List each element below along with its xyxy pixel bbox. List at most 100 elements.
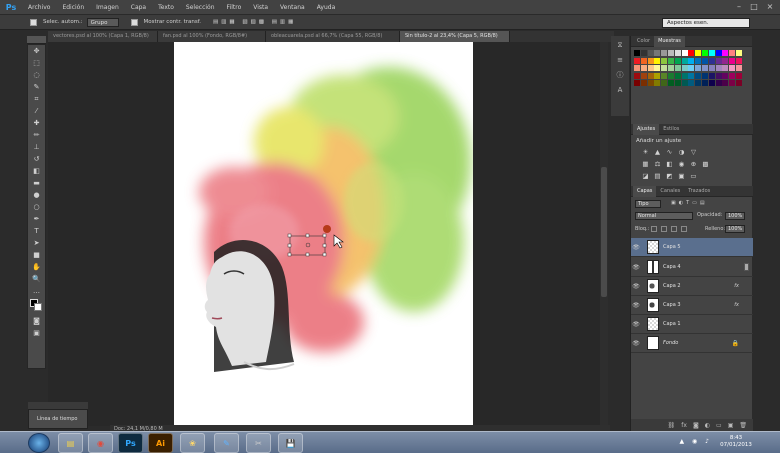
swatch-cell[interactable]: [715, 57, 722, 64]
add-mask-icon[interactable]: ◙: [693, 422, 699, 429]
auto-select-dropdown[interactable]: Grupo: [86, 17, 119, 27]
menu-texto[interactable]: Texto: [152, 4, 180, 11]
visibility-eye-icon[interactable]: 👁: [631, 302, 641, 309]
swatch-cell[interactable]: [708, 80, 715, 86]
tab-color[interactable]: Color: [633, 36, 654, 47]
swatch-cell[interactable]: [729, 72, 736, 79]
swatch-cell[interactable]: [715, 80, 722, 86]
taskbar-clock[interactable]: 8:43 07/01/2013: [716, 435, 756, 449]
layer-row-capa-2[interactable]: 👁 Capa 2 fx: [631, 277, 753, 296]
shape-tool-icon[interactable]: ■: [29, 250, 44, 260]
swatch-cell[interactable]: [722, 57, 729, 64]
swatch-cell[interactable]: [647, 50, 654, 56]
blur-tool-icon[interactable]: ●: [29, 190, 44, 200]
swatch-cell[interactable]: [729, 80, 736, 86]
swatch-cell[interactable]: [640, 57, 647, 64]
invert-adjust-icon[interactable]: ◪: [641, 172, 650, 180]
swatch-cell[interactable]: [634, 57, 640, 64]
app-taskbar-icon[interactable]: ✂: [246, 433, 271, 453]
swatch-cell[interactable]: [702, 72, 708, 79]
swatch-cell[interactable]: [702, 65, 708, 71]
swatch-cell[interactable]: [668, 72, 674, 79]
explorer-taskbar-icon[interactable]: ▤: [58, 433, 83, 453]
swatch-cell[interactable]: [674, 72, 681, 79]
brightness-adjust-icon[interactable]: ☀: [641, 148, 650, 156]
exposure-adjust-icon[interactable]: ◑: [677, 148, 686, 156]
vibrance-adjust-icon[interactable]: ▽: [689, 148, 698, 156]
swatch-cell[interactable]: [654, 57, 661, 64]
swatch-cell[interactable]: [702, 50, 708, 56]
dodge-tool-icon[interactable]: ○: [29, 202, 44, 212]
menu-seleccion[interactable]: Selección: [180, 4, 221, 11]
tab-styles[interactable]: Estilos: [659, 124, 683, 135]
swatch-cell[interactable]: [668, 50, 674, 56]
swatch-cell[interactable]: [729, 57, 736, 64]
swatch-cell[interactable]: [661, 57, 668, 64]
start-button[interactable]: [28, 433, 50, 453]
quick-mask-icon[interactable]: ◙: [29, 316, 44, 326]
swatch-cell[interactable]: [688, 50, 695, 56]
swatch-cell[interactable]: [681, 80, 688, 86]
swatch-cell[interactable]: [674, 57, 681, 64]
menu-filtro[interactable]: Filtro: [221, 4, 248, 11]
add-style-icon[interactable]: fx: [681, 422, 687, 429]
swatch-cell[interactable]: [736, 57, 742, 64]
swatch-cell[interactable]: [647, 65, 654, 71]
history-panel-icon[interactable]: ⧖: [614, 40, 626, 50]
align-icons[interactable]: ▤▥▦ ▧▨▩ ▤▥▦: [213, 19, 296, 25]
swatch-cell[interactable]: [681, 50, 688, 56]
fill-input[interactable]: 100%: [725, 225, 745, 233]
swatch-cell[interactable]: [708, 57, 715, 64]
more-tools-icon[interactable]: …: [29, 286, 44, 296]
menu-ventana[interactable]: Ventana: [274, 4, 311, 11]
swatch-cell[interactable]: [736, 65, 742, 71]
link-layers-icon[interactable]: ⛓: [668, 422, 676, 429]
layer-filter-icons[interactable]: ▣◐T▭▤: [671, 200, 708, 206]
color-lookup-adjust-icon[interactable]: ▩: [701, 160, 710, 168]
swatch-cell[interactable]: [634, 80, 640, 86]
tab-fan[interactable]: fan.psd al 100% (Fondo, RGB/8#): [158, 31, 266, 42]
new-group-icon[interactable]: ▭: [716, 422, 722, 429]
brush-tool-icon[interactable]: ✏: [29, 130, 44, 140]
swatch-cell[interactable]: [715, 50, 722, 56]
type-tool-icon[interactable]: T: [29, 226, 44, 236]
swatch-cell[interactable]: [640, 50, 647, 56]
eyedropper-tool-icon[interactable]: ⁄: [29, 106, 44, 116]
info-panel-icon[interactable]: ⓘ: [614, 70, 626, 80]
swatch-cell[interactable]: [654, 80, 661, 86]
color-swatches-icon[interactable]: [29, 298, 44, 314]
character-panel-icon[interactable]: A: [614, 85, 626, 95]
swatch-cell[interactable]: [640, 65, 647, 71]
menu-edicion[interactable]: Edición: [56, 4, 90, 11]
crop-tool-icon[interactable]: ⌗: [29, 94, 44, 104]
swatch-cell[interactable]: [661, 72, 668, 79]
close-icon[interactable]: ×: [763, 1, 777, 12]
opacity-input[interactable]: 100%: [725, 212, 745, 220]
illustrator-taskbar-icon[interactable]: Ai: [148, 433, 173, 453]
minimize-icon[interactable]: –: [732, 1, 746, 12]
gradient-tool-icon[interactable]: ▬: [29, 178, 44, 188]
swatch-cell[interactable]: [681, 65, 688, 71]
chrome-taskbar-icon[interactable]: ◉: [88, 433, 113, 453]
lasso-tool-icon[interactable]: ◌: [29, 70, 44, 80]
menu-imagen[interactable]: Imagen: [90, 4, 125, 11]
swatch-cell[interactable]: [647, 80, 654, 86]
swatch-cell[interactable]: [708, 50, 715, 56]
move-tool-icon[interactable]: ✥: [29, 46, 44, 56]
photoshop-taskbar-icon[interactable]: Ps: [118, 433, 143, 453]
transform-controls-checkbox[interactable]: [130, 18, 138, 26]
auto-select-checkbox[interactable]: [30, 18, 37, 26]
swatch-cell[interactable]: [702, 57, 708, 64]
paint-taskbar-icon[interactable]: ✎: [214, 433, 239, 453]
swatch-cell[interactable]: [634, 72, 640, 79]
menu-ayuda[interactable]: Ayuda: [311, 4, 342, 11]
layer-row-capa-5[interactable]: 👁 Capa 5: [631, 238, 753, 257]
scrollbar-thumb[interactable]: [601, 167, 607, 297]
gradient-map-adjust-icon[interactable]: ▭: [689, 172, 698, 180]
lock-transparency-icon[interactable]: [651, 226, 657, 232]
lock-all-icon[interactable]: [681, 226, 687, 232]
visibility-eye-icon[interactable]: 👁: [631, 340, 641, 347]
history-brush-icon[interactable]: ↺: [29, 154, 44, 164]
path-select-tool-icon[interactable]: ➤: [29, 238, 44, 248]
tab-sin-titulo[interactable]: Sin título-2 al 23,4% (Capa 5, RGB/8): [400, 31, 510, 42]
